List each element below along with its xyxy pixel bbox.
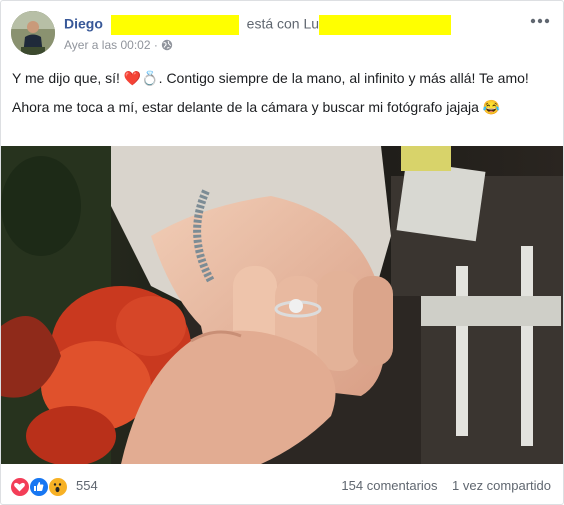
globe-icon[interactable] — [161, 39, 173, 51]
post-header: Diego está con Lu Ayer a las 00:02 · — [11, 11, 553, 57]
separator-dot: · — [153, 38, 162, 52]
wow-reaction-icon — [48, 477, 68, 497]
post-card: Diego está con Lu Ayer a las 00:02 · Y m… — [0, 0, 564, 505]
post-footer: 554 154 comentarios 1 vez compartido — [1, 464, 563, 504]
post-paragraph-2: Ahora me toca a mí, estar delante de la … — [12, 99, 501, 115]
post-photo[interactable] — [1, 146, 563, 466]
reaction-count[interactable]: 554 — [76, 478, 98, 493]
post-text: Y me dijo que, sí! ❤️💍. Contigo siempre … — [12, 67, 551, 125]
redacted-author-surname — [110, 15, 239, 35]
comments-count-link[interactable]: 154 comentarios — [341, 478, 437, 493]
tagged-with-text: está con Lu — [246, 15, 320, 32]
avatar[interactable] — [11, 11, 55, 55]
author-name[interactable]: Diego — [64, 16, 103, 32]
post-paragraph-1: Y me dijo que, sí! ❤️💍. Contigo siempre … — [12, 70, 529, 86]
redacted-tagged-person — [319, 15, 452, 35]
author-line: Diego está con Lu — [64, 15, 452, 35]
like-reaction-icon — [29, 477, 49, 497]
shares-count-link[interactable]: 1 vez compartido — [452, 478, 551, 493]
engagement-stats: 154 comentarios 1 vez compartido — [341, 478, 551, 493]
love-reaction-icon — [10, 477, 30, 497]
post-meta: Ayer a las 00:02 · — [64, 38, 173, 52]
more-options-icon[interactable] — [529, 13, 551, 29]
post-timestamp[interactable]: Ayer a las 00:02 — [64, 38, 151, 52]
